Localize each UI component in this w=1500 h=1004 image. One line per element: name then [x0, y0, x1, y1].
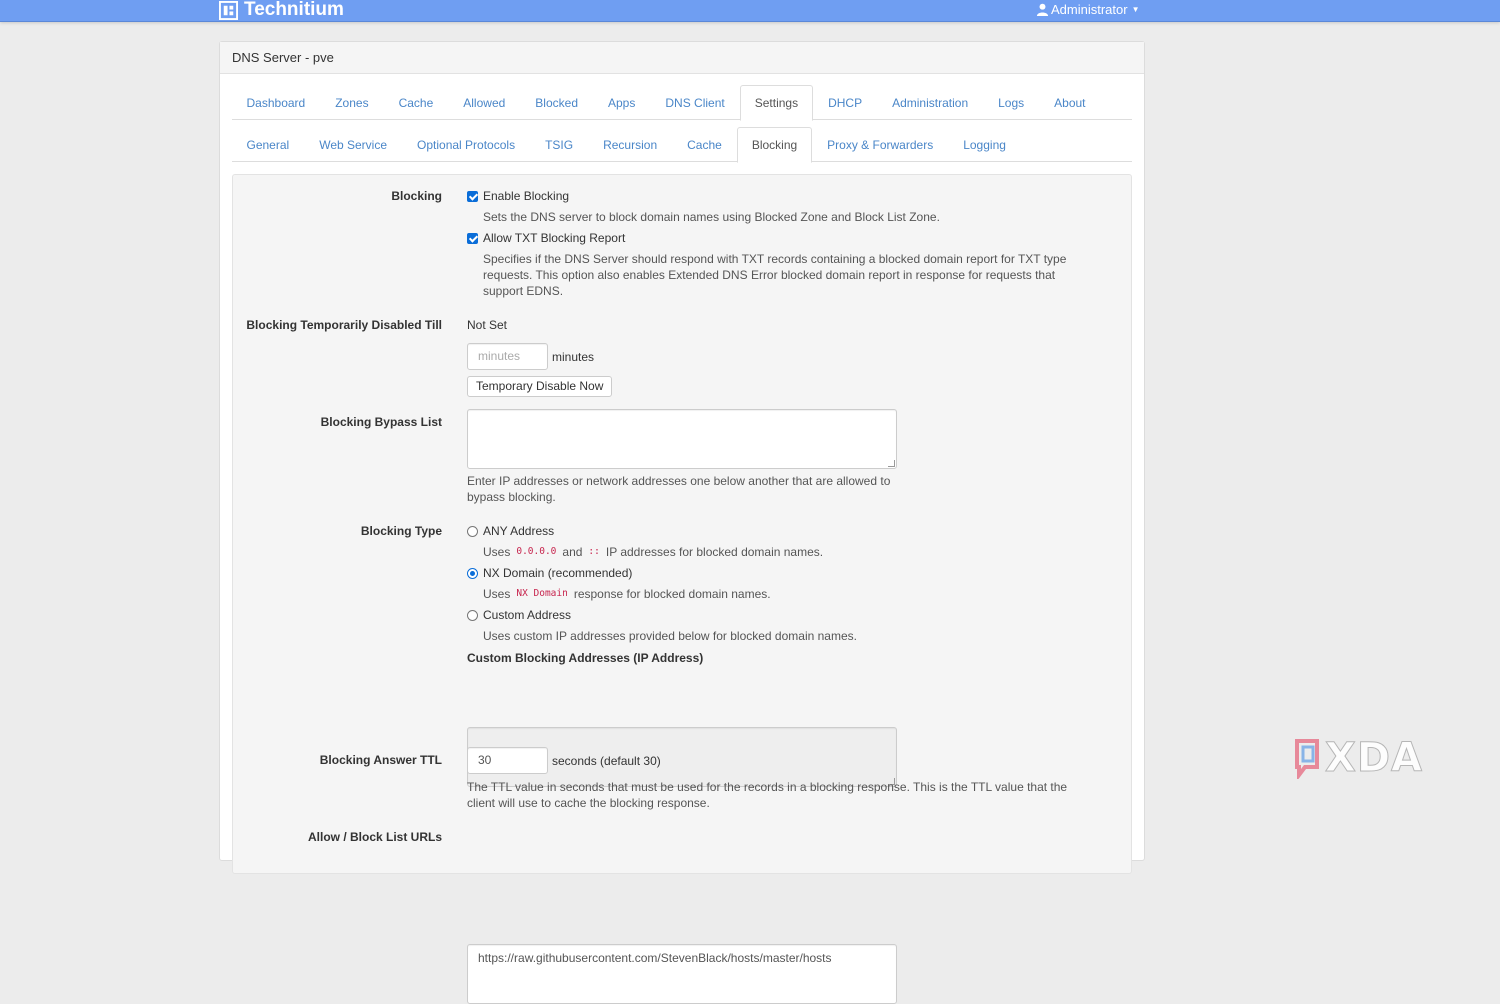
- tab-about[interactable]: About: [1040, 85, 1100, 120]
- block-list-url-value: https://raw.githubusercontent.com/Steven…: [478, 951, 832, 965]
- checkbox-checked-icon[interactable]: [467, 190, 478, 202]
- help-text: Uses: [483, 587, 511, 601]
- main-tabs: Dashboard Zones Cache Allowed Blocked Ap…: [232, 85, 1132, 121]
- answer-ttl-unit: seconds (default 30): [552, 753, 661, 768]
- caret-down-icon: ▼: [1131, 5, 1140, 14]
- help-line: client will use to cache the blocking re…: [467, 796, 710, 810]
- tab-dhcp[interactable]: DHCP: [814, 85, 877, 120]
- help-line: The TTL value in seconds that must be us…: [467, 780, 1068, 794]
- tab-dns-client[interactable]: DNS Client: [651, 85, 739, 120]
- blocking-label: Blocking: [391, 189, 442, 203]
- xda-logo-icon: [1295, 739, 1319, 779]
- help-line: bypass blocking.: [467, 490, 556, 504]
- temp-disabled-value: Not Set: [467, 318, 508, 332]
- subtab-proxy-forwarders[interactable]: Proxy & Forwarders: [813, 127, 948, 162]
- allow-txt-report-checkbox[interactable]: Allow TXT Blocking Report: [467, 231, 625, 245]
- watermark-text: XDA: [1325, 735, 1423, 782]
- blocking-type-label: Blocking Type: [360, 524, 442, 538]
- tab-cache[interactable]: Cache: [384, 85, 448, 120]
- enable-blocking-checkbox[interactable]: Enable Blocking: [467, 189, 569, 203]
- user-menu[interactable]: Administrator ▼: [1036, 2, 1140, 17]
- tab-logs[interactable]: Logs: [984, 85, 1039, 120]
- code-nx-domain: NX Domain: [516, 588, 568, 599]
- tab-allowed[interactable]: Allowed: [449, 85, 520, 120]
- radio-any-address[interactable]: ANY Address: [467, 524, 554, 538]
- minutes-input[interactable]: minutes: [467, 343, 548, 370]
- answer-ttl-help: The TTL value in seconds that must be us…: [467, 779, 1067, 811]
- nx-domain-help: Uses NX Domain response for blocked doma…: [483, 586, 771, 602]
- answer-ttl-label: Blocking Answer TTL: [319, 753, 442, 767]
- temp-disabled-label: Blocking Temporarily Disabled Till: [246, 318, 442, 332]
- help-line: requests. This option also enables Exten…: [483, 268, 1056, 282]
- custom-addresses-label: Custom Blocking Addresses (IP Address): [467, 651, 704, 665]
- custom-address-help: Uses custom IP addresses provided below …: [483, 629, 857, 643]
- help-line: Enter IP addresses or network addresses …: [467, 474, 891, 488]
- bypass-list-textarea[interactable]: [467, 409, 897, 469]
- subtab-web-service[interactable]: Web Service: [305, 127, 402, 162]
- minutes-unit: minutes: [552, 349, 595, 364]
- subtab-tsig[interactable]: TSIG: [531, 127, 588, 162]
- help-text: and: [562, 545, 583, 559]
- bypass-list-label: Blocking Bypass List: [320, 415, 442, 429]
- help-line: Specifies if the DNS Server should respo…: [483, 252, 1067, 266]
- allow-txt-report-help: Specifies if the DNS Server should respo…: [483, 251, 1066, 299]
- help-text: response for blocked domain names.: [573, 587, 771, 601]
- custom-address-label: Custom Address: [483, 608, 572, 622]
- dns-server-panel: DNS Server - pve Dashboard Zones Cache A…: [219, 41, 1145, 1004]
- subtab-blocking[interactable]: Blocking: [737, 127, 812, 163]
- any-address-label: ANY Address: [483, 524, 555, 538]
- brand[interactable]: Technitium: [219, 0, 344, 22]
- subtab-logging[interactable]: Logging: [949, 127, 1021, 162]
- technitium-logo-icon: [219, 0, 238, 20]
- temporary-disable-now-button[interactable]: Temporary Disable Now: [467, 376, 613, 397]
- tab-blocked[interactable]: Blocked: [521, 85, 593, 120]
- subtab-recursion[interactable]: Recursion: [589, 127, 672, 162]
- temp-disable-minutes-group: minutes minutes: [467, 343, 594, 370]
- settings-sub-tabs: General Web Service Optional Protocols T…: [232, 127, 1132, 163]
- panel-title: DNS Server - pve: [220, 42, 1144, 74]
- tab-apps[interactable]: Apps: [594, 85, 650, 120]
- block-list-urls-textarea[interactable]: https://raw.githubusercontent.com/Steven…: [467, 944, 897, 1004]
- bypass-list-help: Enter IP addresses or network addresses …: [467, 473, 890, 505]
- tab-dashboard[interactable]: Dashboard: [232, 85, 320, 120]
- code-ipv6-any: ::: [588, 546, 600, 557]
- radio-custom-address[interactable]: Custom Address: [467, 608, 571, 622]
- radio-nx-domain[interactable]: NX Domain (recommended): [467, 566, 632, 580]
- code-ipv4-any: 0.0.0.0: [516, 546, 557, 557]
- user-icon: [1036, 3, 1049, 16]
- enable-blocking-help: Sets the DNS server to block domain name…: [483, 210, 940, 224]
- brand-name: Technitium: [244, 0, 344, 20]
- enable-blocking-label: Enable Blocking: [483, 189, 570, 203]
- user-menu-label: Administrator: [1051, 2, 1128, 17]
- temp-disable-button-wrap: Temporary Disable Now: [467, 376, 613, 397]
- allow-txt-report-label: Allow TXT Blocking Report: [483, 231, 626, 245]
- help-text: IP addresses for blocked domain names.: [605, 545, 824, 559]
- tab-zones[interactable]: Zones: [321, 85, 383, 120]
- any-address-help: Uses 0.0.0.0 and :: IP addresses for blo…: [483, 544, 823, 560]
- subtab-cache[interactable]: Cache: [673, 127, 737, 162]
- tab-settings[interactable]: Settings: [740, 85, 813, 121]
- radio-unselected-icon[interactable]: [467, 609, 478, 621]
- nx-domain-label: NX Domain (recommended): [483, 566, 633, 580]
- subtab-optional-protocols[interactable]: Optional Protocols: [403, 127, 530, 162]
- blocking-settings-form: Blocking Enable Blocking Sets the DNS se…: [232, 174, 1132, 1004]
- radio-selected-icon[interactable]: [467, 567, 478, 579]
- help-line: support EDNS.: [483, 284, 564, 298]
- resize-grip-icon[interactable]: [888, 460, 895, 467]
- checkbox-checked-icon[interactable]: [467, 232, 478, 244]
- tab-administration[interactable]: Administration: [878, 85, 983, 120]
- radio-unselected-icon[interactable]: [467, 525, 478, 537]
- help-text: Uses: [483, 545, 511, 559]
- block-list-urls-label: Allow / Block List URLs: [307, 830, 442, 844]
- subtab-general[interactable]: General: [232, 127, 304, 162]
- top-navbar: Technitium Administrator ▼: [0, 0, 1500, 22]
- xda-watermark: XDA: [1293, 733, 1438, 783]
- answer-ttl-group: 30 seconds (default 30): [467, 747, 661, 774]
- answer-ttl-input[interactable]: 30: [467, 747, 548, 774]
